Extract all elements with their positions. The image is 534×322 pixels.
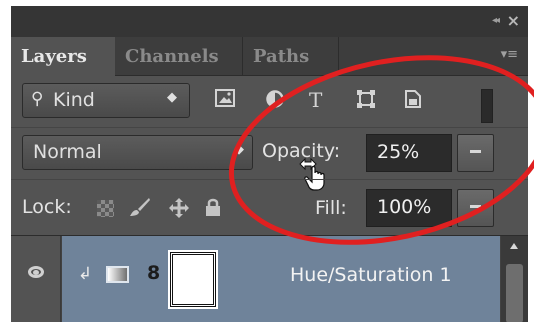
tab-channels[interactable]: Channels xyxy=(115,37,243,76)
select-arrows-icon: ◆ xyxy=(234,142,244,157)
adjustment-layer-filter-icon[interactable] xyxy=(265,89,285,113)
lock-position-icon[interactable] xyxy=(168,197,190,223)
lock-image-pixels-icon[interactable] xyxy=(129,197,151,221)
layer-row-body[interactable]: ↲ 8 Hue/Saturation 1 xyxy=(62,236,500,322)
pixel-layer-filter-icon[interactable] xyxy=(215,89,235,111)
visibility-toggle[interactable] xyxy=(11,236,61,322)
panel-title-bar: ◂◂ × xyxy=(11,6,528,37)
opacity-slider-button[interactable] xyxy=(457,134,494,172)
lock-transparent-pixels-icon[interactable] xyxy=(97,200,114,217)
lock-all-icon[interactable] xyxy=(205,197,221,221)
close-icon[interactable]: × xyxy=(507,11,520,30)
panel-tab-bar: Layers Channels Paths ▾≡ xyxy=(11,37,528,77)
hue-saturation-adjustment-icon[interactable] xyxy=(106,266,129,283)
smart-object-filter-icon[interactable] xyxy=(404,89,422,113)
layers-list: ↲ 8 Hue/Saturation 1 xyxy=(11,235,528,322)
eye-icon xyxy=(28,266,44,278)
link-icon[interactable]: 8 xyxy=(147,262,160,284)
collapse-panel-icon[interactable]: ◂◂ xyxy=(492,15,500,26)
layers-panel: ◂◂ × Layers Channels Paths ▾≡ ⚲ Kind ◆ T… xyxy=(11,6,528,322)
blend-opacity-row: Normal ◆ Opacity: 25% xyxy=(11,127,528,191)
tab-paths[interactable]: Paths xyxy=(243,37,339,76)
scroll-thumb[interactable] xyxy=(506,264,523,322)
shape-layer-filter-icon[interactable] xyxy=(356,89,376,113)
blend-mode-select[interactable]: Normal ◆ xyxy=(22,135,253,170)
layer-name[interactable]: Hue/Saturation 1 xyxy=(290,264,452,286)
filter-toggle-switch[interactable] xyxy=(481,89,493,123)
panel-menu-icon[interactable]: ▾≡ xyxy=(501,47,518,62)
filter-kind-label: Kind xyxy=(53,89,95,111)
blend-mode-label: Normal xyxy=(33,141,102,163)
lock-label: Lock: xyxy=(22,196,72,218)
select-arrows-icon: ◆ xyxy=(167,90,177,105)
minus-icon xyxy=(470,205,481,208)
layer-mask-thumbnail[interactable] xyxy=(168,250,218,309)
scroll-up-icon[interactable] xyxy=(510,243,518,249)
filter-kind-select[interactable]: ⚲ Kind ◆ xyxy=(22,83,190,118)
clipping-mask-icon: ↲ xyxy=(78,264,93,284)
minus-icon xyxy=(470,150,481,153)
opacity-input[interactable]: 25% xyxy=(366,134,452,172)
fill-input[interactable]: 100% xyxy=(366,189,452,227)
search-icon: ⚲ xyxy=(31,89,44,109)
layer-filter-bar: ⚲ Kind ◆ T xyxy=(11,77,528,127)
scrollbar[interactable] xyxy=(501,236,528,322)
layer-row[interactable]: ↲ 8 Hue/Saturation 1 xyxy=(11,236,500,322)
fill-label[interactable]: Fill: xyxy=(315,197,347,219)
fill-slider-button[interactable] xyxy=(457,189,494,227)
tab-layers[interactable]: Layers xyxy=(11,37,115,77)
lock-fill-row: Lock: Fill: 100% xyxy=(11,179,528,234)
type-layer-filter-icon[interactable]: T xyxy=(309,89,322,111)
